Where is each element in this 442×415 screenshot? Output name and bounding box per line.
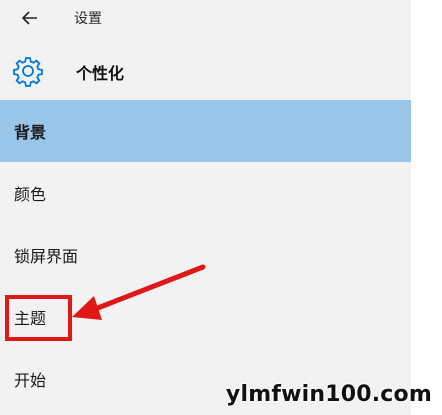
settings-sidebar: 设置 个性化 背景 颜色 锁屏界面 主题 开始 <box>0 0 411 415</box>
nav-item-background[interactable]: 背景 <box>0 100 411 162</box>
window-title: 设置 <box>74 11 102 27</box>
arrow-left-icon <box>22 11 37 25</box>
nav-item-label: 背景 <box>14 123 47 142</box>
back-button[interactable] <box>16 4 44 32</box>
red-arrow-annotation <box>72 264 206 320</box>
watermark: ylmfwin100.com <box>225 382 432 407</box>
page-title: 个性化 <box>76 64 125 83</box>
nav-item-colors[interactable]: 颜色 <box>0 162 411 224</box>
nav-list: 背景 颜色 锁屏界面 主题 开始 <box>0 100 411 410</box>
gear-icon <box>13 57 43 87</box>
title-bar: 设置 <box>0 0 411 36</box>
nav-item-label: 颜色 <box>14 185 47 204</box>
page-header: 个性化 <box>0 48 411 94</box>
nav-item-label: 开始 <box>14 371 47 390</box>
